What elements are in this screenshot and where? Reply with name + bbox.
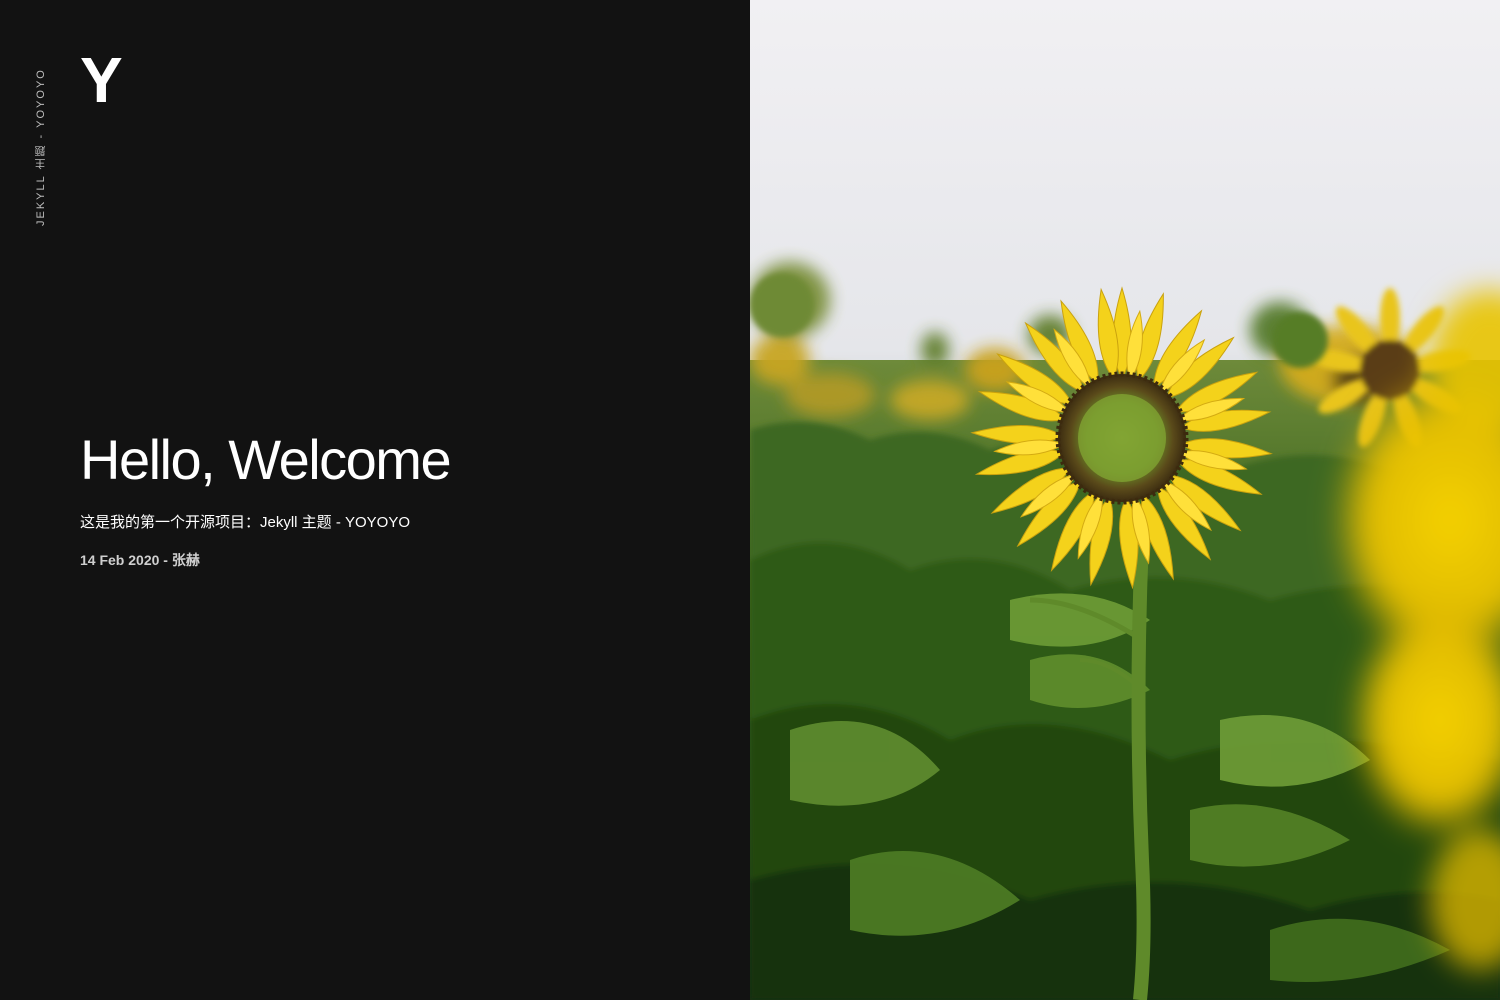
featured-post: Hello, Welcome 这是我的第一个开源项目：Jekyll 主题 - Y… [80, 426, 700, 570]
sunflower-field-photo [750, 0, 1500, 1000]
post-title-link[interactable]: Hello, Welcome [80, 426, 452, 494]
post-meta: 14 Feb 2020 - 张赫 [80, 552, 200, 568]
sidebar-panel: JEKYLL 主题 - YOYOYO Y Hello, Welcome 这是我的… [0, 0, 750, 1000]
site-tagline: JEKYLL 主题 - YOYOYO [35, 68, 47, 226]
hero-image[interactable] [750, 0, 1500, 1000]
post-excerpt: 这是我的第一个开源项目：Jekyll 主题 - YOYOYO [80, 514, 411, 531]
site-logo[interactable]: Y [80, 48, 123, 112]
page: JEKYLL 主题 - YOYOYO Y Hello, Welcome 这是我的… [0, 0, 1500, 1000]
